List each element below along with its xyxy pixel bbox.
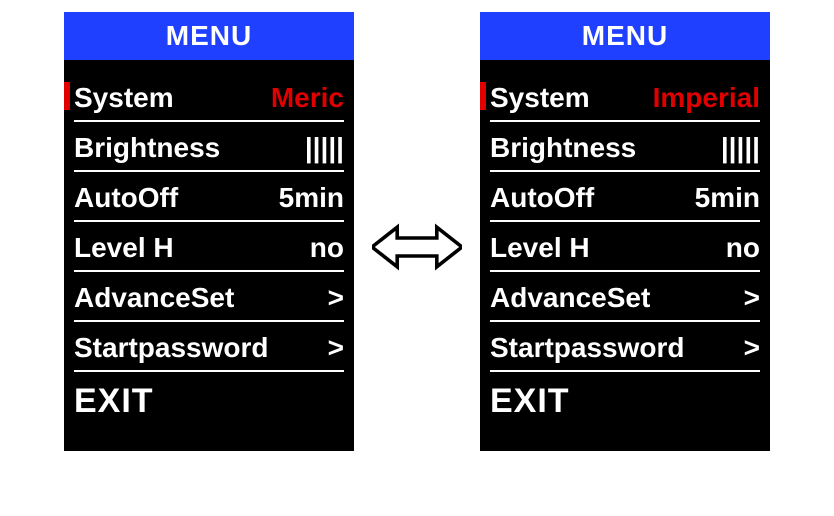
menu-item-value: > bbox=[328, 332, 344, 364]
menu-item-label: Startpassword bbox=[490, 332, 685, 364]
menu-item-exit[interactable]: EXIT bbox=[490, 378, 760, 421]
menu-body: System Imperial Brightness ||||| AutoOff… bbox=[480, 60, 770, 451]
menu-item-autooff[interactable]: AutoOff 5min bbox=[74, 178, 344, 222]
menu-item-value: > bbox=[744, 332, 760, 364]
menu-item-autooff[interactable]: AutoOff 5min bbox=[490, 178, 760, 222]
menu-item-value: ||||| bbox=[305, 132, 344, 164]
menu-item-advanceset[interactable]: AdvanceSet > bbox=[490, 278, 760, 322]
menu-item-label: Brightness bbox=[490, 132, 636, 164]
menu-item-advanceset[interactable]: AdvanceSet > bbox=[74, 278, 344, 322]
menu-title: MENU bbox=[480, 12, 770, 60]
menu-item-level-h[interactable]: Level H no bbox=[74, 228, 344, 272]
menu-item-level-h[interactable]: Level H no bbox=[490, 228, 760, 272]
menu-item-label: System bbox=[74, 82, 174, 114]
swap-arrow-container bbox=[372, 12, 462, 482]
menu-panel-left: MENU System Meric Brightness ||||| AutoO… bbox=[64, 12, 354, 451]
menu-item-label: AdvanceSet bbox=[490, 282, 650, 314]
menu-item-value: Imperial bbox=[653, 82, 760, 114]
menu-item-label: Startpassword bbox=[74, 332, 269, 364]
menu-item-label: Level H bbox=[490, 232, 590, 264]
menu-item-value: > bbox=[744, 282, 760, 314]
menu-panel-right: MENU System Imperial Brightness ||||| Au… bbox=[480, 12, 770, 451]
menu-item-startpassword[interactable]: Startpassword > bbox=[490, 328, 760, 372]
menu-item-value: 5min bbox=[279, 182, 344, 214]
menu-item-value: no bbox=[310, 232, 344, 264]
menu-item-label: Level H bbox=[74, 232, 174, 264]
menu-item-exit[interactable]: EXIT bbox=[74, 378, 344, 421]
menu-item-label: AdvanceSet bbox=[74, 282, 234, 314]
menu-title: MENU bbox=[64, 12, 354, 60]
menu-item-system[interactable]: System Imperial bbox=[490, 78, 760, 122]
menu-item-label: Brightness bbox=[74, 132, 220, 164]
menu-item-value: ||||| bbox=[721, 132, 760, 164]
menu-item-startpassword[interactable]: Startpassword > bbox=[74, 328, 344, 372]
menu-item-label: AutoOff bbox=[74, 182, 178, 214]
menu-item-brightness[interactable]: Brightness ||||| bbox=[490, 128, 760, 172]
menu-body: System Meric Brightness ||||| AutoOff 5m… bbox=[64, 60, 354, 451]
menu-item-label: AutoOff bbox=[490, 182, 594, 214]
menu-item-label: System bbox=[490, 82, 590, 114]
menu-item-system[interactable]: System Meric bbox=[74, 78, 344, 122]
menu-item-brightness[interactable]: Brightness ||||| bbox=[74, 128, 344, 172]
swap-arrow-icon bbox=[372, 217, 462, 277]
menu-item-value: > bbox=[328, 282, 344, 314]
menu-item-value: no bbox=[726, 232, 760, 264]
menu-item-value: 5min bbox=[695, 182, 760, 214]
menu-item-value: Meric bbox=[271, 82, 344, 114]
